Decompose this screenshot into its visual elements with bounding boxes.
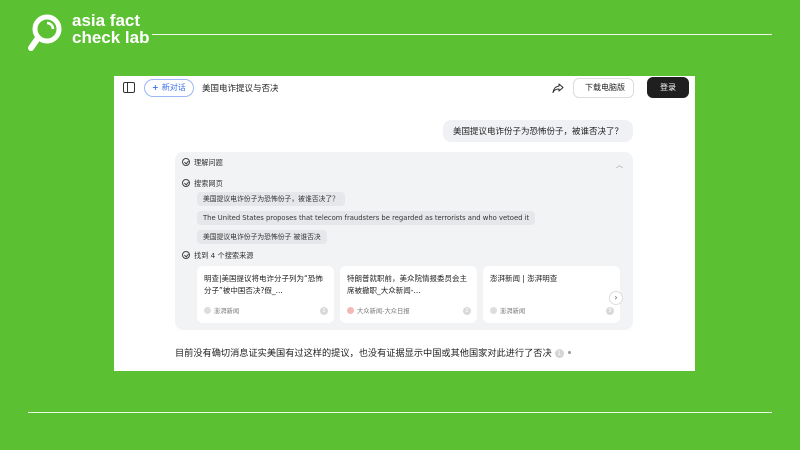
- new-chat-label: 新对话: [161, 83, 186, 92]
- reasoning-panel: 理解问题 ︿ 搜索网页 美国提议电诈份子为恐怖份子，被谁否决了？ The Uni…: [175, 152, 633, 330]
- new-chat-button[interactable]: + 新对话: [144, 79, 194, 97]
- source-label: 澎湃新闻: [214, 308, 240, 315]
- download-desktop-button[interactable]: 下载电脑版: [573, 78, 634, 98]
- magnifier-logo-icon: [28, 14, 62, 51]
- understand-label: 理解问题: [194, 158, 223, 167]
- source-index-badge: 1: [320, 307, 328, 315]
- favicon-icon: [204, 307, 211, 314]
- chevron-up-icon[interactable]: ︿: [616, 160, 623, 170]
- source-index-badge: 2: [463, 307, 471, 315]
- found-sources-step: 找到 4 个搜索来源: [182, 251, 253, 261]
- source-name: 大众新闻-大众日报: [347, 306, 410, 315]
- search-query: 美国提议电诈份子为恐怖份子 被谁否决: [197, 230, 327, 244]
- check-circle-icon: [182, 179, 190, 187]
- chevron-right-icon[interactable]: ›: [609, 291, 623, 305]
- favicon-icon: [490, 307, 497, 314]
- assistant-answer: 目前没有确切消息证实美国有过这样的提议，也没有证据显示中国或其他国家对此进行了否…: [175, 345, 571, 359]
- search-label: 搜索网页: [194, 179, 223, 188]
- conversation-title: 美国电诈提议与否决: [202, 84, 279, 94]
- source-title: 明查|美国提议将电诈分子列为“恐怖分子”被中国否决?假_...: [204, 274, 323, 295]
- search-query: 美国提议电诈份子为恐怖份子，被谁否决了？: [197, 192, 345, 206]
- search-query: The United States proposes that telecom …: [197, 211, 536, 225]
- source-label: 大众新闻-大众日报: [357, 308, 410, 315]
- understand-step[interactable]: 理解问题: [182, 158, 223, 168]
- citation-badge[interactable]: 1: [554, 349, 564, 358]
- brand-line-1: asia fact: [72, 11, 141, 30]
- source-label: 澎湃新闻: [500, 308, 526, 315]
- favicon-icon: [347, 307, 354, 314]
- source-title: 澎湃新闻 | 澎湃明查: [490, 274, 558, 283]
- check-circle-icon: [182, 158, 190, 166]
- chat-screenshot: + 新对话 美国电诈提议与否决 下载电脑版 登录 美国提议电诈份子为恐怖份子，被谁…: [114, 76, 695, 371]
- source-title: 特朗普就职前，美众院情报委员会主席被撤职_大众新闻-...: [347, 274, 467, 295]
- answer-text: 目前没有确切消息证实美国有过这样的提议，也没有证据显示中国或其他国家对此进行了否…: [175, 348, 552, 359]
- plus-icon: +: [152, 83, 159, 92]
- source-card[interactable]: 澎湃新闻 | 澎湃明查 澎湃新闻 3: [483, 266, 620, 323]
- top-bar: + 新对话 美国电诈提议与否决 下载电脑版 登录: [114, 76, 695, 100]
- typing-indicator: [567, 351, 571, 354]
- top-divider: [152, 34, 772, 35]
- search-step: 搜索网页: [182, 179, 223, 189]
- brand-name: asia fact check lab: [72, 12, 150, 46]
- found-label: 找到 4 个搜索来源: [194, 251, 254, 260]
- source-index-badge: 3: [606, 307, 614, 315]
- share-icon[interactable]: [551, 81, 565, 95]
- source-card[interactable]: 特朗普就职前，美众院情报委员会主席被撤职_大众新闻-... 大众新闻-大众日报 …: [340, 266, 477, 323]
- brand-line-2: check lab: [72, 28, 150, 47]
- sidebar-toggle-icon[interactable]: [123, 82, 135, 93]
- download-label: 下载电脑版: [585, 83, 625, 92]
- bottom-divider: [28, 412, 772, 413]
- source-card[interactable]: 明查|美国提议将电诈分子列为“恐怖分子”被中国否决?假_... 澎湃新闻 1: [197, 266, 334, 323]
- user-message: 美国提议电诈份子为恐怖份子，被谁否决了？: [442, 120, 633, 142]
- login-button[interactable]: 登录: [647, 77, 689, 98]
- source-name: 澎湃新闻: [204, 306, 239, 315]
- check-circle-icon: [182, 251, 190, 259]
- source-name: 澎湃新闻: [490, 306, 525, 315]
